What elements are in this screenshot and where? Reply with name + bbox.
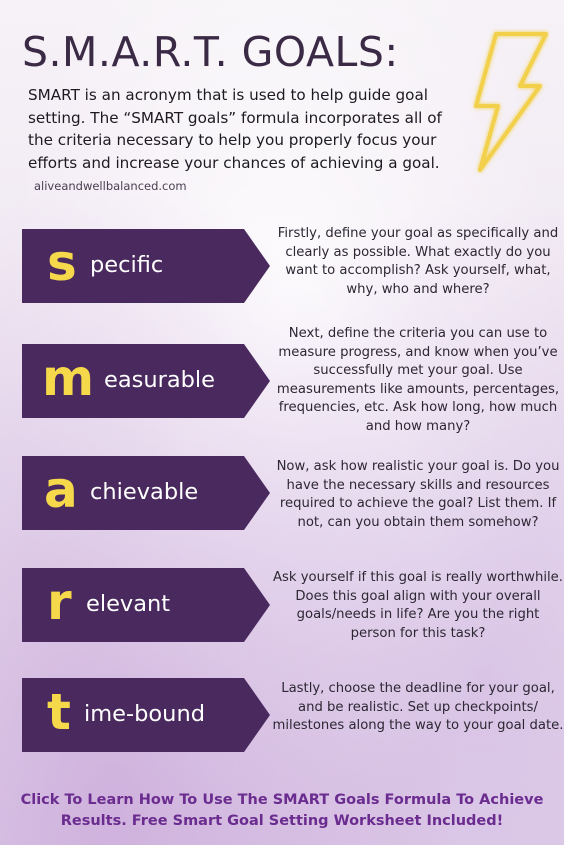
- smart-item-relevant: r elevant Ask yourself if this goal is r…: [0, 552, 564, 647]
- description-measurable: Next, define the criteria you can use to…: [276, 326, 560, 434]
- word-rest-measurable: easurable: [104, 367, 216, 393]
- banner-measurable: m easurable: [22, 340, 272, 419]
- cta-link[interactable]: Click To Learn How To Use The SMART Goal…: [0, 790, 564, 832]
- letter-t: t: [47, 683, 71, 741]
- description-time-bound: Lastly, choose the deadline for your goa…: [272, 681, 564, 734]
- smart-item-measurable: m easurable Next, define the criteria yo…: [0, 326, 564, 434]
- banner-relevant: r elevant: [22, 564, 272, 643]
- smart-item-achievable: a chievable Now, ask how realistic your …: [0, 440, 564, 535]
- letter-m: m: [42, 349, 95, 407]
- description-relevant: Ask yourself if this goal is really wort…: [273, 570, 563, 641]
- banner-specific: s pecific: [22, 225, 272, 304]
- banner-achievable: a chievable: [22, 452, 272, 531]
- description-specific: Firstly, define your goal as specificall…: [277, 226, 559, 297]
- word-rest-relevant: elevant: [86, 591, 171, 617]
- word-rest-time-bound: ime-bound: [84, 701, 205, 727]
- smart-item-time-bound: t ime-bound Lastly, choose the deadline …: [0, 662, 564, 757]
- letter-r: r: [47, 573, 72, 631]
- word-rest-achievable: chievable: [90, 479, 199, 505]
- website-link[interactable]: aliveandwellbalanced.com: [34, 179, 187, 193]
- description-achievable: Now, ask how realistic your goal is. Do …: [276, 459, 560, 530]
- lightning-bolt-icon: [460, 28, 550, 178]
- page-title: S.M.A.R.T. GOALS:: [22, 28, 399, 76]
- banner-time-bound: t ime-bound: [22, 674, 272, 753]
- intro-text: SMART is an acronym that is used to help…: [28, 86, 442, 172]
- word-rest-specific: pecific: [90, 252, 164, 278]
- smart-item-specific: s pecific Firstly, define your goal as s…: [0, 213, 564, 308]
- letter-s: s: [47, 234, 77, 292]
- intro-paragraph: SMART is an acronym that is used to help…: [28, 84, 458, 198]
- letter-a: a: [44, 461, 78, 519]
